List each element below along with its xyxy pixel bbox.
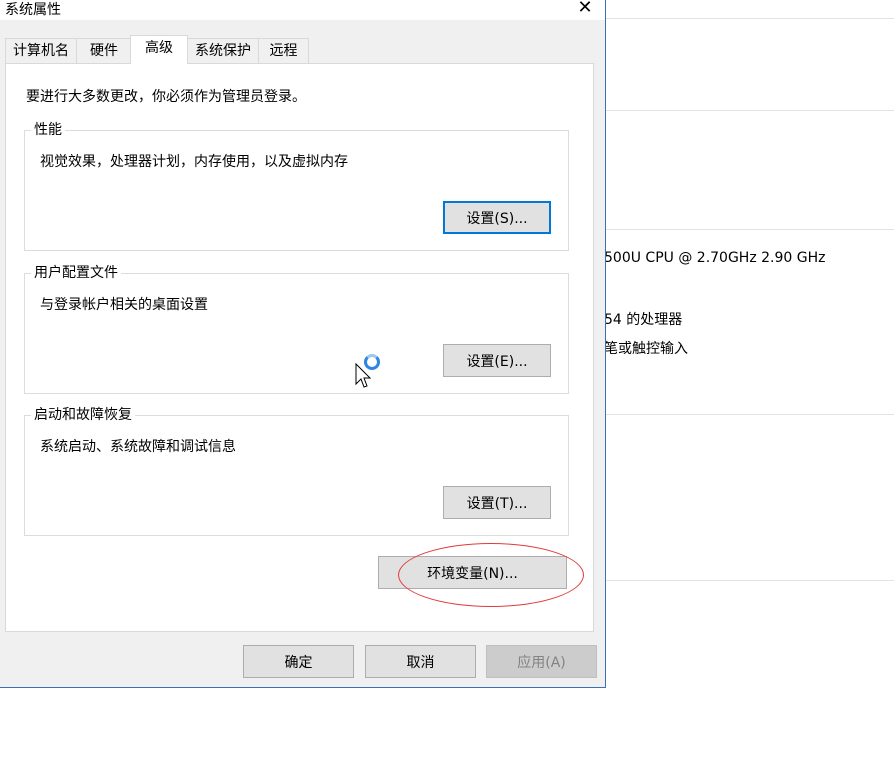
admin-notice: 要进行大多数更改，你必须作为管理员登录。 <box>26 89 306 105</box>
group-title: 用户配置文件 <box>31 264 121 282</box>
divider <box>606 110 894 111</box>
cpu-info-text: 500U CPU @ 2.70GHz 2.90 GHz <box>604 250 826 266</box>
divider <box>606 414 894 415</box>
tab-advanced[interactable]: 高级 <box>130 35 188 64</box>
startup-recovery-settings-button[interactable]: 设置(T)... <box>443 486 551 519</box>
environment-variables-button[interactable]: 环境变量(N)... <box>378 556 567 589</box>
group-description: 系统启动、系统故障和调试信息 <box>40 439 236 455</box>
divider <box>606 580 894 581</box>
group-description: 视觉效果，处理器计划，内存使用，以及虚拟内存 <box>40 154 348 170</box>
tab-hardware[interactable]: 硬件 <box>76 38 132 63</box>
divider <box>606 18 894 19</box>
dialog-title: 系统属性 <box>5 2 61 18</box>
system-properties-dialog: 系统属性 ✕ 计算机名 硬件 高级 系统保护 远程 要进行大多数更改，你必须作为… <box>0 0 606 688</box>
cancel-button[interactable]: 取消 <box>365 645 476 678</box>
apply-button[interactable]: 应用(A) <box>486 645 597 678</box>
processor-type-text: 54 的处理器 <box>604 312 683 328</box>
tab-remote[interactable]: 远程 <box>258 38 309 63</box>
group-description: 与登录帐户相关的桌面设置 <box>40 297 208 313</box>
performance-settings-button[interactable]: 设置(S)... <box>443 201 551 234</box>
ok-button[interactable]: 确定 <box>243 645 354 678</box>
group-title: 启动和故障恢复 <box>31 406 135 424</box>
touch-input-text: 笔或触控输入 <box>604 341 688 357</box>
divider <box>606 229 894 230</box>
title-bar[interactable]: 系统属性 ✕ <box>0 0 605 20</box>
tab-system-protection[interactable]: 系统保护 <box>187 38 259 63</box>
user-profiles-settings-button[interactable]: 设置(E)... <box>443 344 551 377</box>
group-title: 性能 <box>31 121 65 139</box>
close-icon[interactable]: ✕ <box>574 0 596 19</box>
tab-computer-name[interactable]: 计算机名 <box>5 38 77 63</box>
